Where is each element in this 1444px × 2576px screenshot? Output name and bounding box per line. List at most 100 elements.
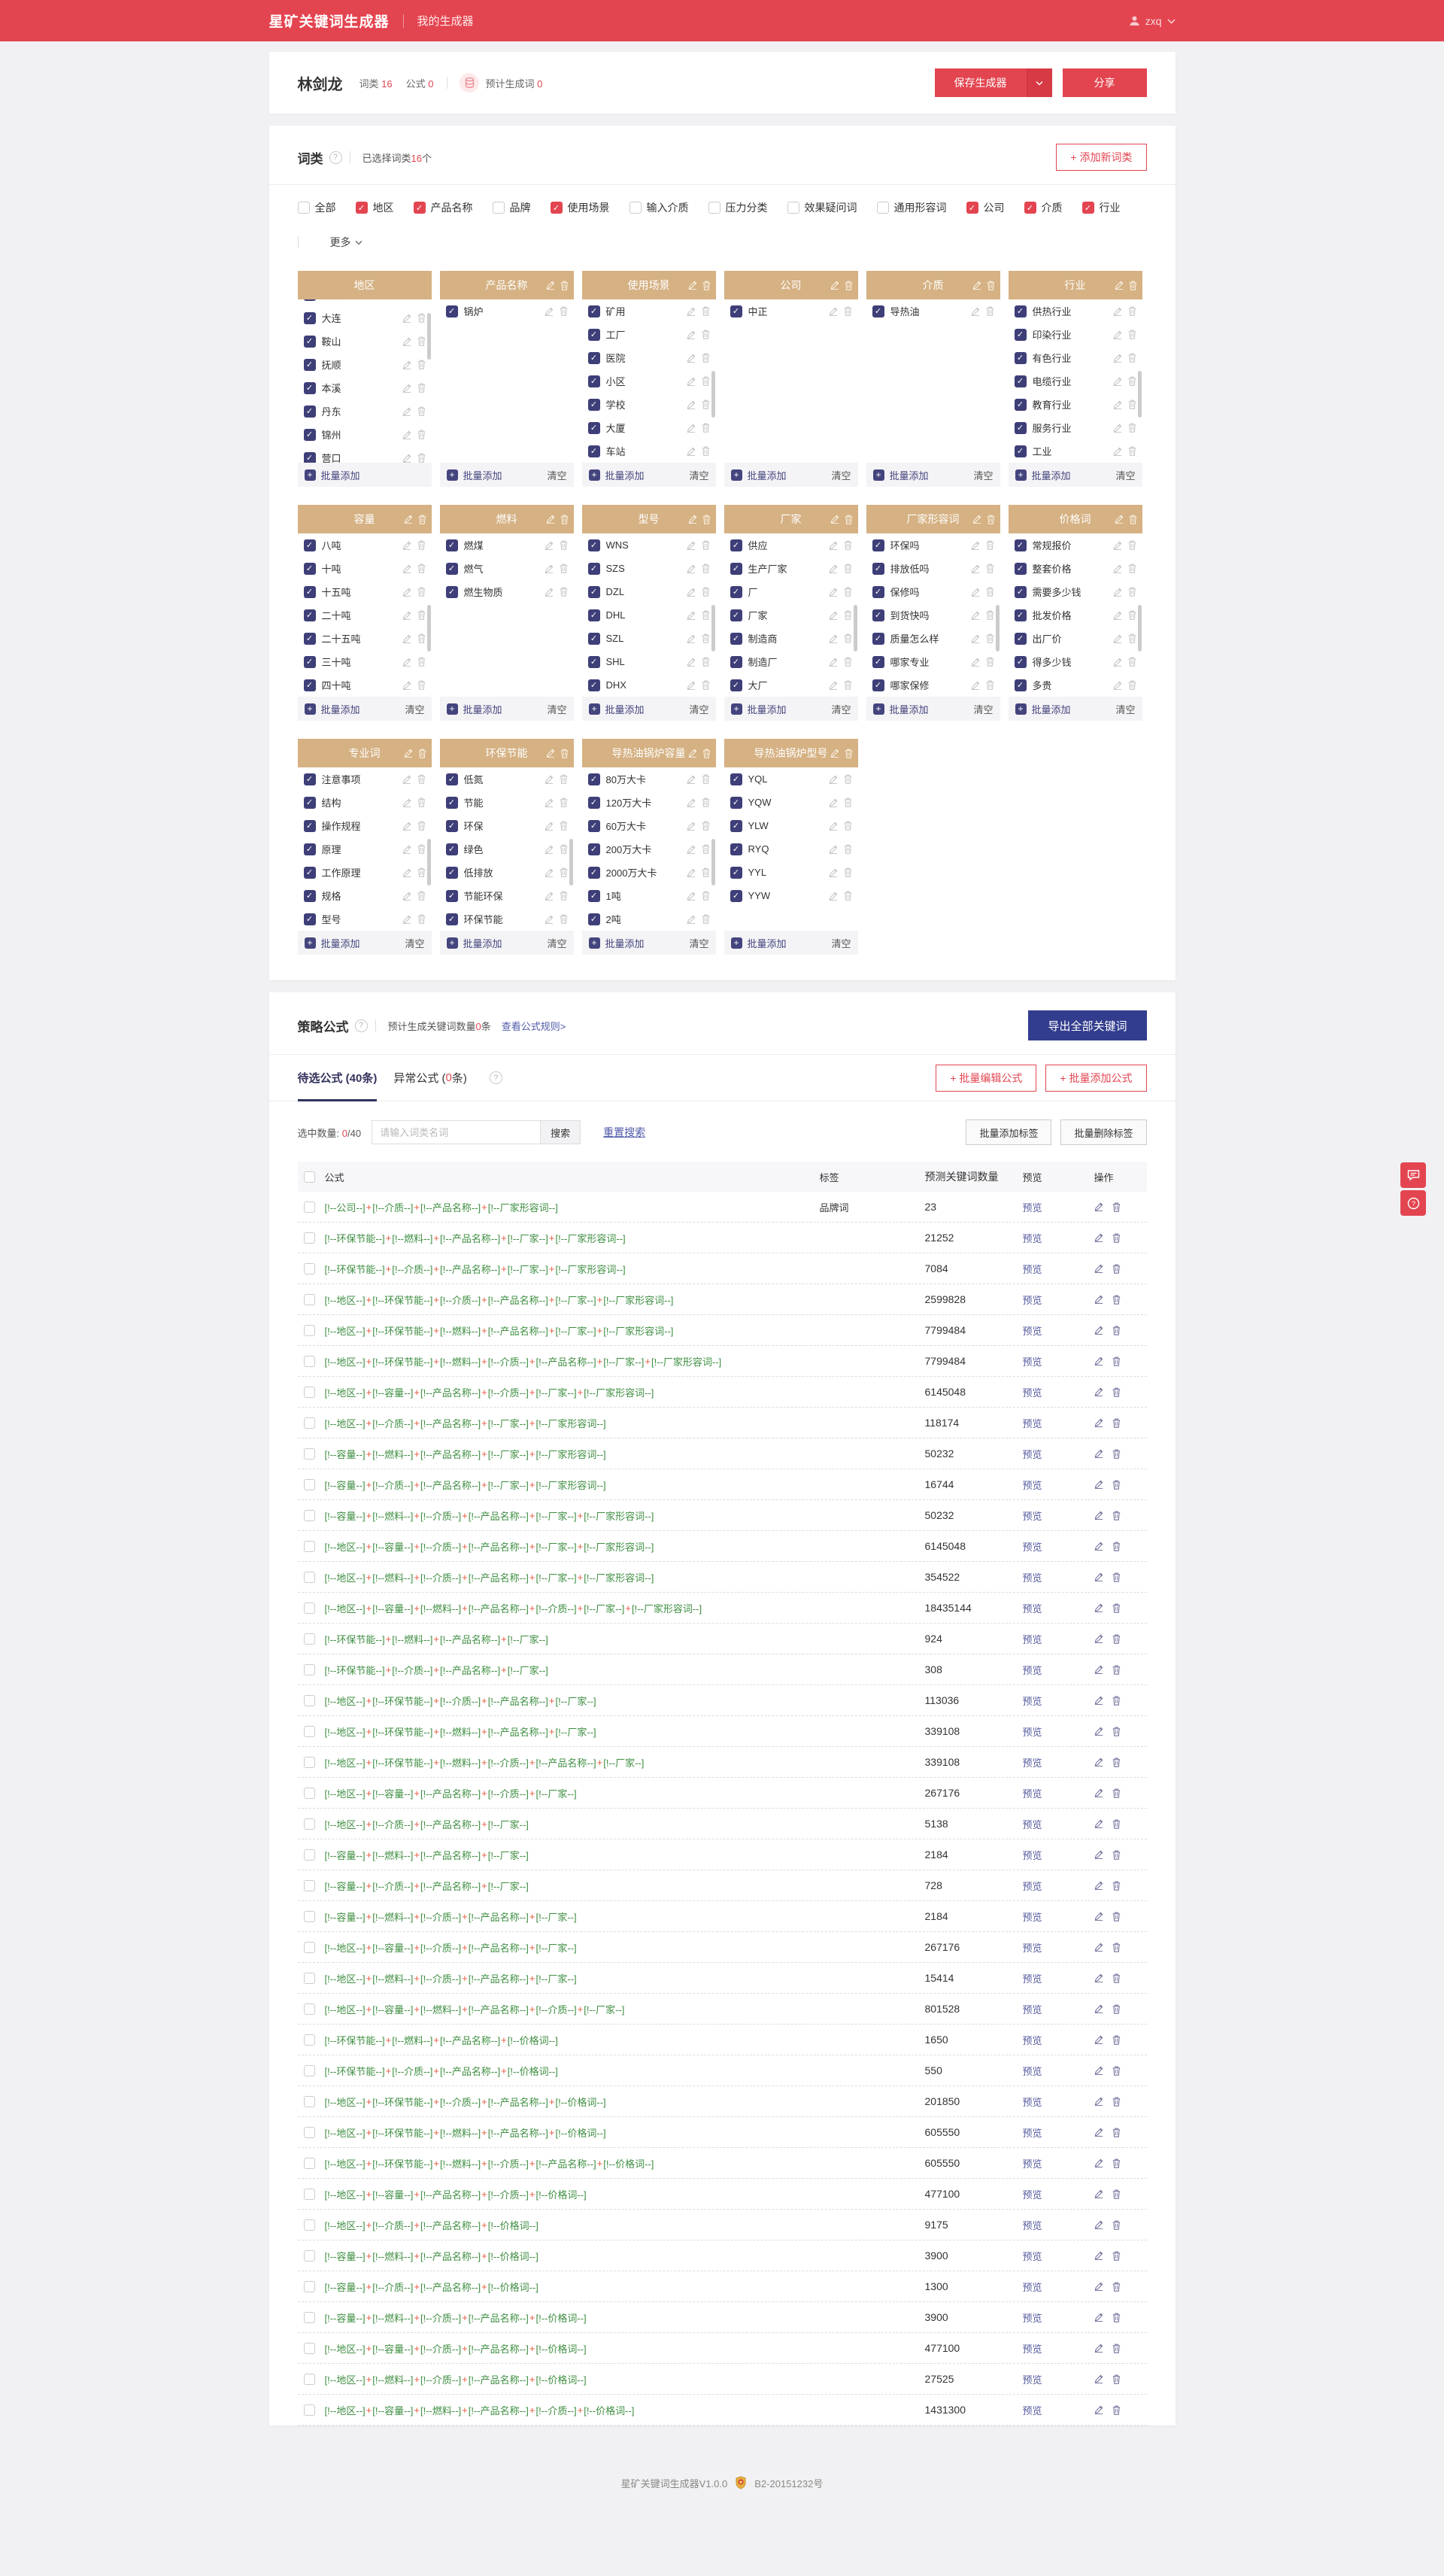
scrollbar-thumb[interactable] [569, 839, 573, 886]
word-checkbox[interactable]: ✓ [303, 889, 316, 902]
delete-icon[interactable] [417, 657, 426, 667]
edit-icon[interactable] [402, 611, 411, 620]
delete-icon[interactable] [844, 657, 852, 667]
word-checkbox[interactable]: ✓ [445, 585, 458, 598]
row-checkbox[interactable] [303, 1694, 315, 1706]
edit-icon[interactable] [830, 281, 839, 290]
clear-button[interactable]: 清空 [689, 702, 708, 716]
word-checkbox[interactable]: ✓ [303, 655, 316, 668]
delete-icon[interactable] [417, 430, 426, 439]
word-checkbox[interactable]: ✓ [303, 405, 316, 418]
preview-link[interactable]: 预览 [1023, 1757, 1042, 1769]
nav-my-generator[interactable]: 我的生成器 [417, 13, 474, 29]
filter-option[interactable]: 效果疑问词 [787, 200, 857, 215]
preview-link[interactable]: 预览 [1023, 2158, 1042, 2170]
preview-link[interactable]: 预览 [1023, 1603, 1042, 1615]
delete-icon[interactable] [844, 587, 852, 597]
row-checkbox[interactable] [303, 2373, 315, 2385]
delete-icon[interactable] [986, 564, 994, 573]
edit-icon[interactable] [1094, 1202, 1103, 1212]
delete-icon[interactable] [1112, 1757, 1121, 1767]
row-checkbox[interactable] [303, 1879, 315, 1891]
delete-icon[interactable] [1129, 515, 1137, 524]
edit-icon[interactable] [545, 915, 554, 924]
edit-icon[interactable] [829, 681, 838, 690]
delete-icon[interactable] [1112, 2405, 1121, 2415]
preview-link[interactable]: 预览 [1023, 1850, 1042, 1861]
delete-icon[interactable] [1112, 2158, 1121, 2168]
delete-icon[interactable] [1112, 1603, 1121, 1613]
word-checkbox[interactable]: ✓ [303, 913, 316, 925]
edit-icon[interactable] [1094, 2189, 1103, 2199]
scrollbar-thumb[interactable] [1137, 605, 1142, 652]
word-checkbox[interactable]: ✓ [445, 773, 458, 785]
edit-icon[interactable] [402, 775, 411, 784]
edit-icon[interactable] [1094, 1418, 1103, 1428]
word-checkbox[interactable]: ✓ [730, 562, 742, 575]
delete-icon[interactable] [1112, 1449, 1121, 1459]
preview-link[interactable]: 预览 [1023, 2344, 1042, 2355]
edit-icon[interactable] [545, 822, 554, 831]
row-checkbox[interactable] [303, 2157, 315, 2169]
delete-icon[interactable] [560, 797, 568, 807]
row-checkbox[interactable] [303, 1941, 315, 1953]
word-checkbox[interactable]: ✓ [587, 375, 600, 387]
more-filters-toggle[interactable]: 更多 [330, 235, 363, 250]
delete-icon[interactable] [702, 680, 710, 690]
edit-icon[interactable] [1094, 1264, 1103, 1274]
preview-link[interactable]: 预览 [1023, 2004, 1042, 2016]
row-checkbox[interactable] [303, 1540, 315, 1552]
word-checkbox[interactable]: ✓ [303, 451, 316, 463]
delete-icon[interactable] [417, 587, 426, 597]
word-checkbox[interactable]: ✓ [1014, 679, 1027, 691]
edit-icon[interactable] [971, 611, 980, 620]
edit-icon[interactable] [829, 658, 838, 667]
delete-icon[interactable] [560, 749, 569, 758]
batch-add-button[interactable]: 批量添加 [605, 936, 645, 950]
delete-icon[interactable] [417, 383, 426, 393]
edit-icon[interactable] [402, 541, 411, 550]
delete-icon[interactable] [417, 540, 426, 550]
edit-icon[interactable] [1094, 1788, 1103, 1798]
tab-pending-formulas[interactable]: 待选公式 (40条) [297, 1055, 377, 1101]
help-question-button[interactable]: ? [1400, 1190, 1426, 1216]
preview-link[interactable]: 预览 [1023, 2251, 1042, 2262]
filter-option[interactable]: ✓ 地区 [355, 200, 394, 215]
scrollbar-thumb[interactable] [711, 839, 715, 886]
edit-icon[interactable] [1113, 307, 1122, 316]
edit-icon[interactable] [402, 845, 411, 854]
word-checkbox[interactable]: ✓ [730, 773, 742, 785]
filter-option[interactable]: ✓ 产品名称 [413, 200, 473, 215]
edit-icon[interactable] [1094, 1757, 1103, 1767]
feedback-chat-button[interactable] [1400, 1162, 1426, 1188]
preview-link[interactable]: 预览 [1023, 2405, 1042, 2417]
edit-icon[interactable] [1094, 2128, 1103, 2137]
delete-icon[interactable] [986, 657, 994, 667]
delete-icon[interactable] [1128, 446, 1136, 456]
clear-button[interactable]: 清空 [831, 702, 851, 716]
preview-link[interactable]: 预览 [1023, 1326, 1042, 1337]
delete-icon[interactable] [702, 867, 710, 877]
delete-icon[interactable] [1112, 1572, 1121, 1582]
delete-icon[interactable] [844, 610, 852, 620]
edit-icon[interactable] [971, 307, 980, 316]
edit-icon[interactable] [829, 611, 838, 620]
word-checkbox[interactable]: ✓ [1014, 445, 1027, 457]
preview-link[interactable]: 预览 [1023, 1634, 1042, 1645]
delete-icon[interactable] [1112, 1418, 1121, 1428]
edit-icon[interactable] [545, 868, 554, 877]
preview-link[interactable]: 预览 [1023, 2128, 1042, 2139]
edit-icon[interactable] [1094, 1233, 1103, 1243]
preview-link[interactable]: 预览 [1023, 2374, 1042, 2386]
preview-link[interactable]: 预览 [1023, 2097, 1042, 2108]
word-checkbox[interactable]: ✓ [730, 866, 742, 879]
select-all-checkbox[interactable] [303, 1171, 315, 1183]
edit-icon[interactable] [1094, 2158, 1103, 2168]
word-checkbox[interactable]: ✓ [587, 421, 600, 434]
delete-icon[interactable] [560, 914, 568, 924]
delete-icon[interactable] [1112, 1850, 1121, 1860]
word-checkbox[interactable]: ✓ [587, 351, 600, 364]
word-checkbox[interactable]: ✓ [303, 358, 316, 371]
word-checkbox[interactable]: ✓ [1014, 421, 1027, 434]
delete-icon[interactable] [702, 515, 711, 524]
